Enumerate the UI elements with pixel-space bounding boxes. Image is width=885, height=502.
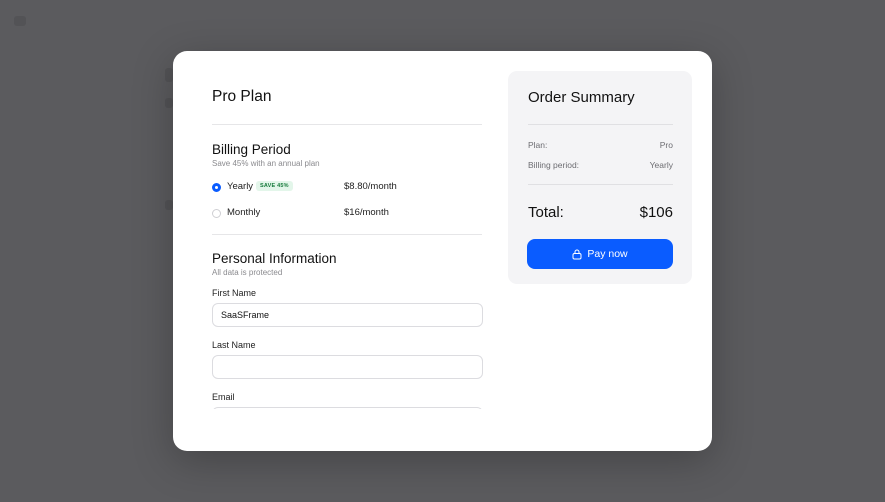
lock-icon [572, 249, 582, 259]
billing-option-price: $8.80/month [344, 181, 397, 192]
billing-subtitle: Save 45% with an annual plan [212, 159, 320, 168]
billing-option-monthly[interactable]: Monthly $16/month [212, 207, 482, 223]
background-block [165, 98, 173, 108]
background-menu-icon [14, 16, 26, 26]
last-name-label: Last Name [212, 340, 256, 350]
billing-option-yearly[interactable]: Yearly SAVE 45% $8.80/month [212, 181, 482, 197]
radio-unselected[interactable] [212, 209, 221, 218]
order-summary: Order Summary Plan: Pro Billing period: … [508, 71, 692, 284]
billing-option-label: Monthly [227, 207, 261, 218]
divider [212, 234, 482, 235]
personal-subtitle: All data is protected [212, 268, 283, 277]
summary-row-value: Yearly [649, 160, 673, 170]
billing-option-price: $16/month [344, 207, 389, 218]
first-name-input[interactable] [212, 303, 483, 327]
checkout-form: Pro Plan Billing Period Save 45% with an… [212, 51, 483, 409]
summary-row-billing: Billing period: Yearly [528, 160, 673, 170]
email-label: Email [212, 392, 235, 402]
divider [212, 124, 482, 125]
billing-option-label: Yearly [227, 181, 254, 192]
summary-row-value: Pro [659, 140, 673, 150]
checkout-modal: Pro Plan Billing Period Save 45% with an… [173, 51, 712, 451]
email-input[interactable] [212, 407, 483, 409]
background-block [165, 200, 173, 210]
divider [528, 184, 673, 185]
first-name-label: First Name [212, 288, 257, 298]
total-value: $106 [639, 204, 673, 221]
divider [528, 124, 673, 125]
save-badge: SAVE 45% [256, 181, 293, 191]
radio-selected[interactable] [212, 183, 221, 192]
summary-row-label: Plan: [528, 140, 548, 150]
order-summary-title: Order Summary [528, 89, 635, 106]
pay-now-label: Pay now [587, 248, 628, 260]
background-block [165, 68, 173, 82]
pay-now-button[interactable]: Pay now [527, 239, 673, 269]
total-label: Total: [528, 204, 564, 221]
plan-title: Pro Plan [212, 88, 272, 105]
personal-title: Personal Information [212, 251, 337, 266]
billing-title: Billing Period [212, 142, 291, 157]
summary-row-plan: Plan: Pro [528, 140, 673, 150]
summary-row-label: Billing period: [528, 160, 580, 170]
last-name-input[interactable] [212, 355, 483, 379]
